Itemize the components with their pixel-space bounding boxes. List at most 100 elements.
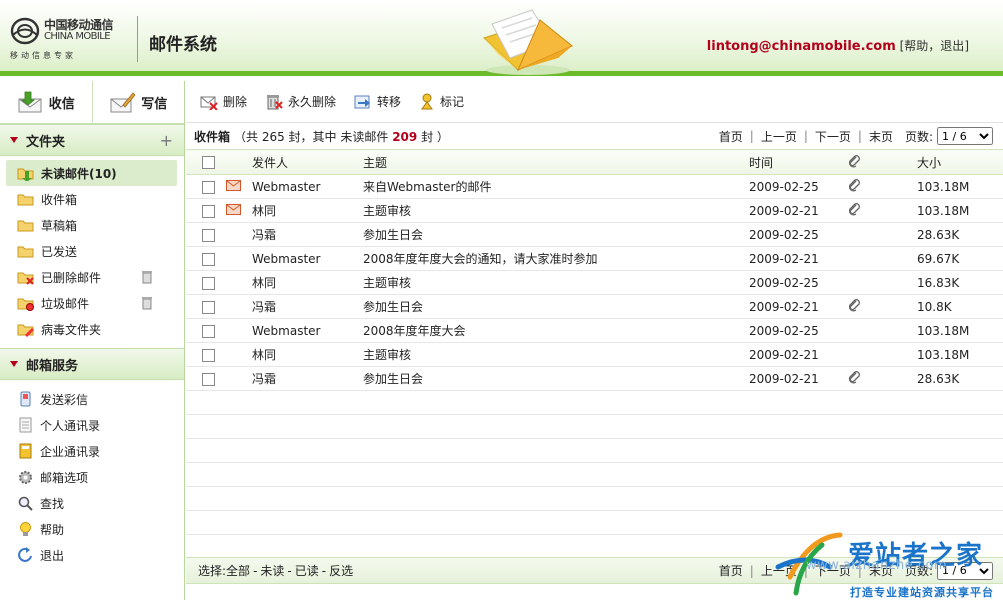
row-from[interactable]: 林同 <box>252 198 363 223</box>
row-checkbox[interactable] <box>202 372 215 386</box>
receive-mail-button[interactable]: 收信 <box>0 81 92 123</box>
folder-spam-icon <box>17 298 34 311</box>
mark-button[interactable]: 标记 <box>419 93 464 110</box>
select-read-link[interactable]: 已读 <box>295 562 319 579</box>
folders-section-header[interactable]: 文件夹 + <box>0 124 184 156</box>
folder-item[interactable]: 收件箱 <box>0 186 184 212</box>
row-from[interactable]: Webmaster <box>252 318 363 343</box>
row-from[interactable]: 冯霜 <box>252 366 363 391</box>
row-size: 103.18M <box>917 198 1003 223</box>
folder-item[interactable]: 垃圾邮件 <box>0 290 184 316</box>
table-row[interactable]: Webmaster 2008年度年度大会的通知，请大家准时参加 2009-02-21… <box>186 246 1003 271</box>
table-row[interactable]: 冯霜 参加生日会 2009-02-21 28.63K <box>186 366 1003 391</box>
table-row[interactable]: 林同 主题审核 2009-02-25 16.83K <box>186 270 1003 295</box>
row-from[interactable]: Webmaster <box>252 246 363 271</box>
first-page-link[interactable]: 首页 <box>719 128 743 145</box>
service-label: 个人通讯录 <box>40 418 101 433</box>
row-subject[interactable]: 参加生日会 <box>363 366 749 391</box>
row-from[interactable]: 林同 <box>252 270 363 295</box>
next-page-link[interactable]: 下一页 <box>815 128 851 145</box>
service-label: 企业通讯录 <box>40 444 101 459</box>
folder-item[interactable]: 已删除邮件 <box>0 264 184 290</box>
clear-folder-icon[interactable] <box>140 296 154 310</box>
header-subject[interactable]: 主题 <box>363 149 749 175</box>
service-item[interactable]: 企业通讯录 <box>0 438 184 464</box>
row-subject[interactable]: 主题审核 <box>363 342 749 367</box>
row-subject[interactable]: 参加生日会 <box>363 294 749 319</box>
row-time: 2009-02-25 <box>749 174 847 199</box>
table-row[interactable]: Webmaster 2008年度年度大会 2009-02-25 103.18M <box>186 318 1003 343</box>
last-page-link-bottom[interactable]: 末页 <box>869 562 893 579</box>
envelope-illustration-icon <box>483 9 573 75</box>
service-item[interactable]: 发送彩信 <box>0 386 184 412</box>
row-size: 103.18M <box>917 318 1003 343</box>
attachment-icon <box>848 203 860 216</box>
row-subject[interactable]: 主题审核 <box>363 270 749 295</box>
row-time: 2009-02-25 <box>749 318 847 343</box>
mail-count: （共 265 封，其中 未读邮件 209 封 ） <box>234 128 449 145</box>
table-row[interactable]: Webmaster 来自Webmaster的邮件 2009-02-25 103.18M <box>186 174 1003 199</box>
page-select[interactable]: 1 / 6 <box>937 127 993 145</box>
row-checkbox[interactable] <box>202 180 215 194</box>
row-subject[interactable]: 主题审核 <box>363 198 749 223</box>
delete-button[interactable]: 删除 <box>200 93 247 110</box>
help-link[interactable]: 帮助 <box>904 39 928 53</box>
table-row[interactable]: 冯霜 参加生日会 2009-02-21 10.8K <box>186 294 1003 319</box>
folder-item[interactable]: 草稿箱 <box>0 212 184 238</box>
row-time: 2009-02-25 <box>749 222 847 247</box>
row-checkbox[interactable] <box>202 276 215 290</box>
row-subject[interactable]: 来自Webmaster的邮件 <box>363 174 749 199</box>
clear-folder-icon[interactable] <box>140 270 154 284</box>
row-from[interactable]: 冯霜 <box>252 222 363 247</box>
row-subject[interactable]: 2008年度年度大会 <box>363 318 749 343</box>
select-all-link[interactable]: 全部 <box>226 562 250 579</box>
row-from[interactable]: Webmaster <box>252 174 363 199</box>
table-row[interactable]: 冯霜 参加生日会 2009-02-25 28.63K <box>186 222 1003 247</box>
select-unread-link[interactable]: 未读 <box>260 562 284 579</box>
row-time: 2009-02-21 <box>749 294 847 319</box>
row-checkbox[interactable] <box>202 252 215 266</box>
move-label: 转移 <box>377 95 402 109</box>
move-button[interactable]: 转移 <box>354 93 401 110</box>
row-from[interactable]: 林同 <box>252 342 363 367</box>
folder-item[interactable]: 病毒文件夹 <box>0 316 184 342</box>
last-page-link[interactable]: 末页 <box>869 128 893 145</box>
address-book-icon <box>19 417 32 432</box>
header-from[interactable]: 发件人 <box>252 149 363 175</box>
logout-link[interactable]: 退出 <box>940 39 964 53</box>
next-page-link-bottom[interactable]: 下一页 <box>815 562 851 579</box>
row-checkbox[interactable] <box>202 348 215 362</box>
table-row[interactable]: 林同 主题审核 2009-02-21 103.18M <box>186 198 1003 223</box>
header: 中国移动通信 CHINA MOBILE 移动信息专家 邮件系统 lintong@… <box>0 0 1003 76</box>
folder-item[interactable]: 未读邮件(10) <box>6 160 177 186</box>
folder-icon <box>17 194 34 206</box>
compose-mail-button[interactable]: 写信 <box>91 81 185 123</box>
row-checkbox[interactable] <box>202 324 215 338</box>
select-all-checkbox[interactable] <box>202 156 215 169</box>
permanent-delete-button[interactable]: 永久删除 <box>265 93 336 110</box>
row-checkbox[interactable] <box>202 228 215 242</box>
prev-page-link-bottom[interactable]: 上一页 <box>761 562 797 579</box>
service-item[interactable]: 查找 <box>0 490 184 516</box>
page-select-bottom[interactable]: 1 / 6 <box>937 561 993 580</box>
header-size[interactable]: 大小 <box>917 149 1003 175</box>
table-row[interactable]: 林同 主题审核 2009-02-21 103.18M <box>186 342 1003 367</box>
row-checkbox[interactable] <box>202 300 215 314</box>
header-time[interactable]: 时间 <box>749 149 847 175</box>
services-section-header[interactable]: 邮箱服务 <box>0 348 184 380</box>
select-invert-link[interactable]: 反选 <box>329 562 353 579</box>
prev-page-link[interactable]: 上一页 <box>761 128 797 145</box>
service-item[interactable]: 帮助 <box>0 516 184 542</box>
row-from[interactable]: 冯霜 <box>252 294 363 319</box>
pages-label: 页数: <box>904 129 933 144</box>
folder-item[interactable]: 已发送 <box>0 238 184 264</box>
row-checkbox[interactable] <box>202 204 215 218</box>
row-subject[interactable]: 参加生日会 <box>363 222 749 247</box>
add-folder-icon[interactable]: + <box>160 131 173 150</box>
row-subject[interactable]: 2008年度年度大会的通知，请大家准时参加 <box>363 246 749 271</box>
service-item[interactable]: 个人通讯录 <box>0 412 184 438</box>
compose-bar: 收信 写信 <box>0 81 184 124</box>
service-item[interactable]: 邮箱选项 <box>0 464 184 490</box>
first-page-link-bottom[interactable]: 首页 <box>719 562 743 579</box>
service-item[interactable]: 退出 <box>0 542 184 568</box>
